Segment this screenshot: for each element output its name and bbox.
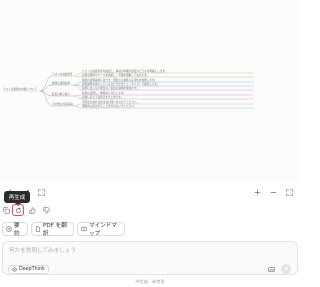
summary-chip[interactable]: 要約 [2, 222, 28, 237]
mindmap-chip[interactable]: マインドマップ [77, 222, 125, 237]
leaf-node: 評価基準を満たしているかどうかをチェックリストで確認します。 [82, 82, 159, 86]
thumb-up-icon[interactable] [27, 205, 37, 215]
deepthink-toggle[interactable]: DeepThink [8, 265, 49, 274]
footer-note: AI生成、参考用 [135, 279, 165, 284]
mindmap-canvas[interactable]: テストの質問の内容について テストの前提条件 テストの前提条件を確認し、事前の準備が… [0, 0, 300, 182]
leaf-connector [73, 103, 83, 107]
branch-connector [39, 75, 53, 92]
leaf-connector [73, 72, 83, 77]
root-node: テストの質問の内容について [3, 87, 37, 91]
leaf-node: テストの前提条件を確認し、事前の準備が必要かどうかを明確にします。 [82, 69, 167, 73]
leaf-node: 期限内に提出することを忘れないでください。 [82, 104, 136, 108]
leaf-connector [73, 105, 83, 109]
expand-icon[interactable] [284, 187, 294, 197]
summary-icon [6, 226, 12, 232]
deepthink-label: DeepThink [19, 267, 45, 272]
translate-pdf-chip-label: PDF を翻訳 [43, 223, 67, 237]
document-icon [35, 226, 41, 232]
leaf-node: 基準に達しない場合は、追加の説明を求めます。 [82, 86, 139, 90]
deepthink-icon [12, 267, 17, 272]
leaf-node: 質問の評価基準に基づき、回答の正確性と妥当性を判断します。 [82, 78, 157, 82]
send-button[interactable] [281, 264, 291, 274]
regenerate-tooltip: 再生成 [4, 191, 30, 206]
leaf-connector [73, 94, 83, 97]
plus-icon[interactable] [252, 187, 262, 197]
mindmap-icon [81, 226, 87, 232]
branch-node: テストの前提条件 [52, 72, 73, 76]
translate-pdf-chip[interactable]: PDF を翻訳 [31, 222, 74, 237]
mindmap-svg: テストの質問の内容について テストの前提条件 テストの前提条件を確認し、事前の準備が… [3, 69, 254, 109]
mindmap-chip-label: マインドマップ [89, 223, 117, 237]
minus-icon[interactable] [268, 187, 278, 197]
leaf-node: 必要に応じて改善点をまとめます。 [82, 95, 123, 99]
leaf-node: 結果は記録し、関係者に共有します。 [82, 91, 126, 95]
regenerate-button[interactable] [12, 204, 24, 216]
branch-node: 質問の評価基準 [52, 81, 71, 85]
prompt-input[interactable] [9, 246, 209, 255]
leaf-node: 必要な資料やツールを用意し、手順を把握しておきます。 [82, 73, 149, 77]
thumb-down-icon[interactable] [41, 205, 51, 215]
composer: DeepThink [2, 241, 298, 275]
summary-chip-label: 要約 [14, 223, 20, 237]
branch-node: 結果の取り扱い [52, 92, 71, 96]
leaf-node: 不明点があれば担当者に問い合わせてください。 [82, 100, 139, 104]
copy-icon[interactable] [1, 205, 11, 215]
leaf-connector [73, 95, 83, 100]
leaf-connector [73, 84, 83, 91]
refresh-icon [15, 206, 22, 214]
leaf-connector [73, 75, 83, 78]
arrow-up-icon [284, 266, 289, 272]
leaf-connector [73, 81, 83, 86]
image-upload-icon[interactable] [267, 265, 275, 273]
branch-node: その他の注意事項 [52, 102, 73, 106]
fit-screen-icon[interactable] [36, 187, 46, 197]
